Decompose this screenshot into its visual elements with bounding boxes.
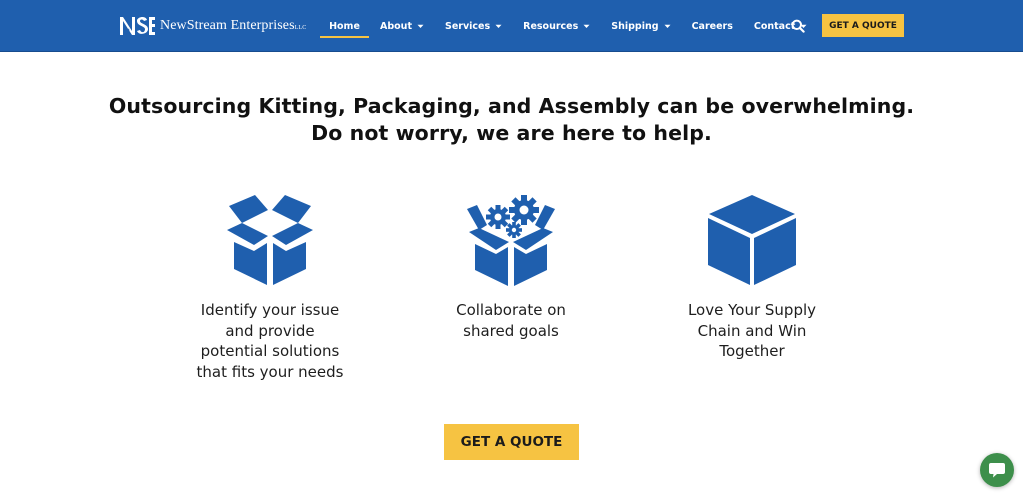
nav-shipping-label: Shipping <box>611 20 659 32</box>
feature-identify-text: Identify your issue and provide potentia… <box>170 300 370 382</box>
feature-love-line: Together <box>719 342 785 360</box>
headline-line-1: Outsourcing Kitting, Packaging, and Asse… <box>108 94 915 118</box>
feature-identify-line: that fits your needs <box>196 362 344 381</box>
nav-about[interactable]: About <box>380 0 424 52</box>
headline-line-2: Do not worry, we are here to help. <box>311 121 712 145</box>
chevron-down-icon <box>495 24 502 28</box>
logo[interactable]: NewStream EnterprisesLLC <box>118 13 306 39</box>
nav-resources-label: Resources <box>523 20 579 32</box>
chat-bubble-icon <box>989 463 1005 478</box>
nav-home-label: Home <box>329 20 360 32</box>
chevron-down-icon <box>417 24 424 28</box>
nav-careers-label: Careers <box>691 20 733 32</box>
feature-love-text: Love Your Supply Chain and Win Together <box>652 300 852 362</box>
box-with-gears-icon <box>467 195 555 286</box>
open-box-icon <box>227 195 313 285</box>
feature-love-supply-chain: Love Your Supply Chain and Win Together <box>652 192 852 362</box>
get-quote-button[interactable]: GET A QUOTE <box>444 424 579 460</box>
nav-shipping[interactable]: Shipping <box>611 0 671 52</box>
logo-text: NewStream EnterprisesLLC <box>160 18 307 33</box>
search-icon[interactable] <box>791 19 805 33</box>
logo-mark-icon <box>120 17 155 35</box>
feature-identify: Identify your issue and provide potentia… <box>170 192 370 382</box>
chevron-down-icon <box>583 24 590 28</box>
feature-collaborate: Collaborate on shared goals <box>411 192 611 341</box>
chat-widget-button[interactable] <box>980 453 1014 487</box>
nav-services[interactable]: Services <box>445 0 502 52</box>
nav-about-label: About <box>380 20 412 32</box>
nav-resources[interactable]: Resources <box>523 0 590 52</box>
closed-box-icon <box>708 195 796 285</box>
feature-collaborate-line: Collaborate on <box>456 301 566 319</box>
nav-home[interactable]: Home <box>320 0 369 52</box>
feature-love-line: Love Your Supply <box>687 301 817 319</box>
page-headline: Outsourcing Kitting, Packaging, and Asse… <box>0 93 1023 147</box>
feature-identify-line: and provide <box>225 321 315 340</box>
nav-services-label: Services <box>444 20 491 32</box>
nav-careers[interactable]: Careers <box>692 0 733 52</box>
logo-suffix: LLC <box>294 25 307 31</box>
main-nav: Home About Services Resources Shipping C… <box>320 0 807 52</box>
feature-collaborate-line: shared goals <box>463 321 559 340</box>
feature-identify-line: Identify your issue <box>200 301 340 319</box>
feature-love-line: Chain and Win <box>697 321 807 340</box>
site-header: NewStream EnterprisesLLC Home About Serv… <box>0 0 1023 52</box>
feature-identify-line: potential solutions <box>200 342 340 360</box>
chevron-down-icon <box>664 24 671 28</box>
header-get-quote-button[interactable]: GET A QUOTE <box>822 14 904 37</box>
nav-contact-label: Contact <box>753 20 796 32</box>
feature-collaborate-text: Collaborate on shared goals <box>411 300 611 341</box>
